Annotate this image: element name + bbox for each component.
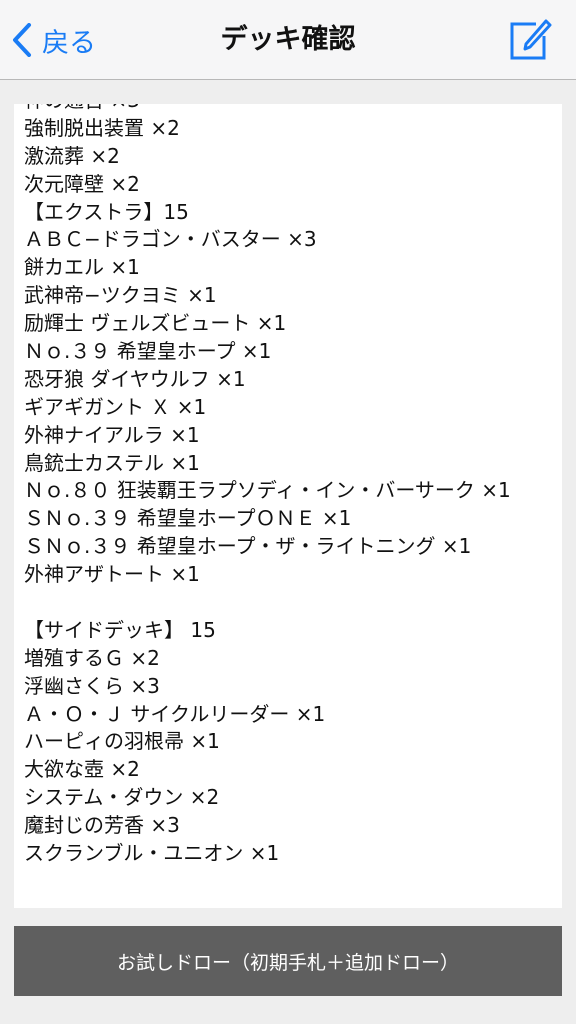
deck-list-line: 神の通告 ×3 xyxy=(24,104,556,115)
deck-list-line: Ａ・Ｏ・Ｊ サイクルリーダー ×1 xyxy=(24,701,326,726)
navigation-bar: 戻る デッキ確認 xyxy=(0,0,576,80)
deck-list-line: ハーピィの羽根帚 ×1 xyxy=(24,729,220,754)
deck-list-line: 大欲な壺 ×2 xyxy=(24,757,140,782)
deck-list-line: 浮幽さくら ×3 xyxy=(24,673,160,698)
deck-list-line: システム・ダウン ×2 xyxy=(24,785,220,810)
deck-list-line: スクランブル・ユニオン ×1 xyxy=(24,841,280,866)
deck-list-line: 魔封じの芳香 ×3 xyxy=(24,813,180,838)
deck-list-line: ＡＢＣ−ドラゴン・バスター ×3 xyxy=(24,227,317,252)
deck-list-line: 【エクストラ】15 xyxy=(24,199,189,224)
compose-icon xyxy=(506,19,552,66)
deck-list-line: Ｎｏ.３９ 希望皇ホープ ×1 xyxy=(24,339,272,364)
deck-list-line: 恐牙狼 ダイヤウルフ ×1 xyxy=(24,366,246,391)
deck-list-line: 【サイドデッキ】 15 xyxy=(24,617,216,642)
deck-list-line: ＳＮｏ.３９ 希望皇ホープＯＮＥ ×1 xyxy=(24,506,352,531)
edit-button[interactable] xyxy=(506,16,552,62)
deck-list-line: ＳＮｏ.３９ 希望皇ホープ・ザ・ライトニング ×1 xyxy=(24,534,472,559)
page-title: デッキ確認 xyxy=(220,24,356,55)
deck-list-line: 餅カエル ×1 xyxy=(24,255,140,280)
deck-list-line: 外神アザトート ×1 xyxy=(24,562,200,587)
deck-list-line: Ｎｏ.８０ 狂装覇王ラプソディ・イン・バーサーク ×1 xyxy=(24,478,511,503)
deck-list-view[interactable]: 神の通告 ×3強制脱出装置 ×2 激流葬 ×2 次元障壁 ×2 【エクストラ】15 ＡＢ… xyxy=(14,104,562,908)
deck-list-line: 激流葬 ×2 xyxy=(24,143,120,168)
deck-list: 神の通告 ×3強制脱出装置 ×2 激流葬 ×2 次元障壁 ×2 【エクストラ】15 ＡＢ… xyxy=(24,104,556,868)
deck-list-line: 次元障壁 ×2 xyxy=(24,171,140,196)
deck-list-line: 鳥銃士カステル ×1 xyxy=(24,450,200,475)
deck-list-line: 外神ナイアルラ ×1 xyxy=(24,422,200,447)
deck-list-line: 武神帝−ツクヨミ ×1 xyxy=(24,283,217,308)
deck-list-line: 増殖するＧ ×2 xyxy=(24,645,160,670)
deck-list-line: 励輝士 ヴェルズビュート ×1 xyxy=(24,311,287,336)
deck-list-line: 強制脱出装置 ×2 xyxy=(24,115,180,140)
deck-list-line: ギアギガント Ｘ ×1 xyxy=(24,394,207,419)
trial-draw-button[interactable]: お試しドロー（初期手札＋追加ドロー） xyxy=(14,926,562,996)
